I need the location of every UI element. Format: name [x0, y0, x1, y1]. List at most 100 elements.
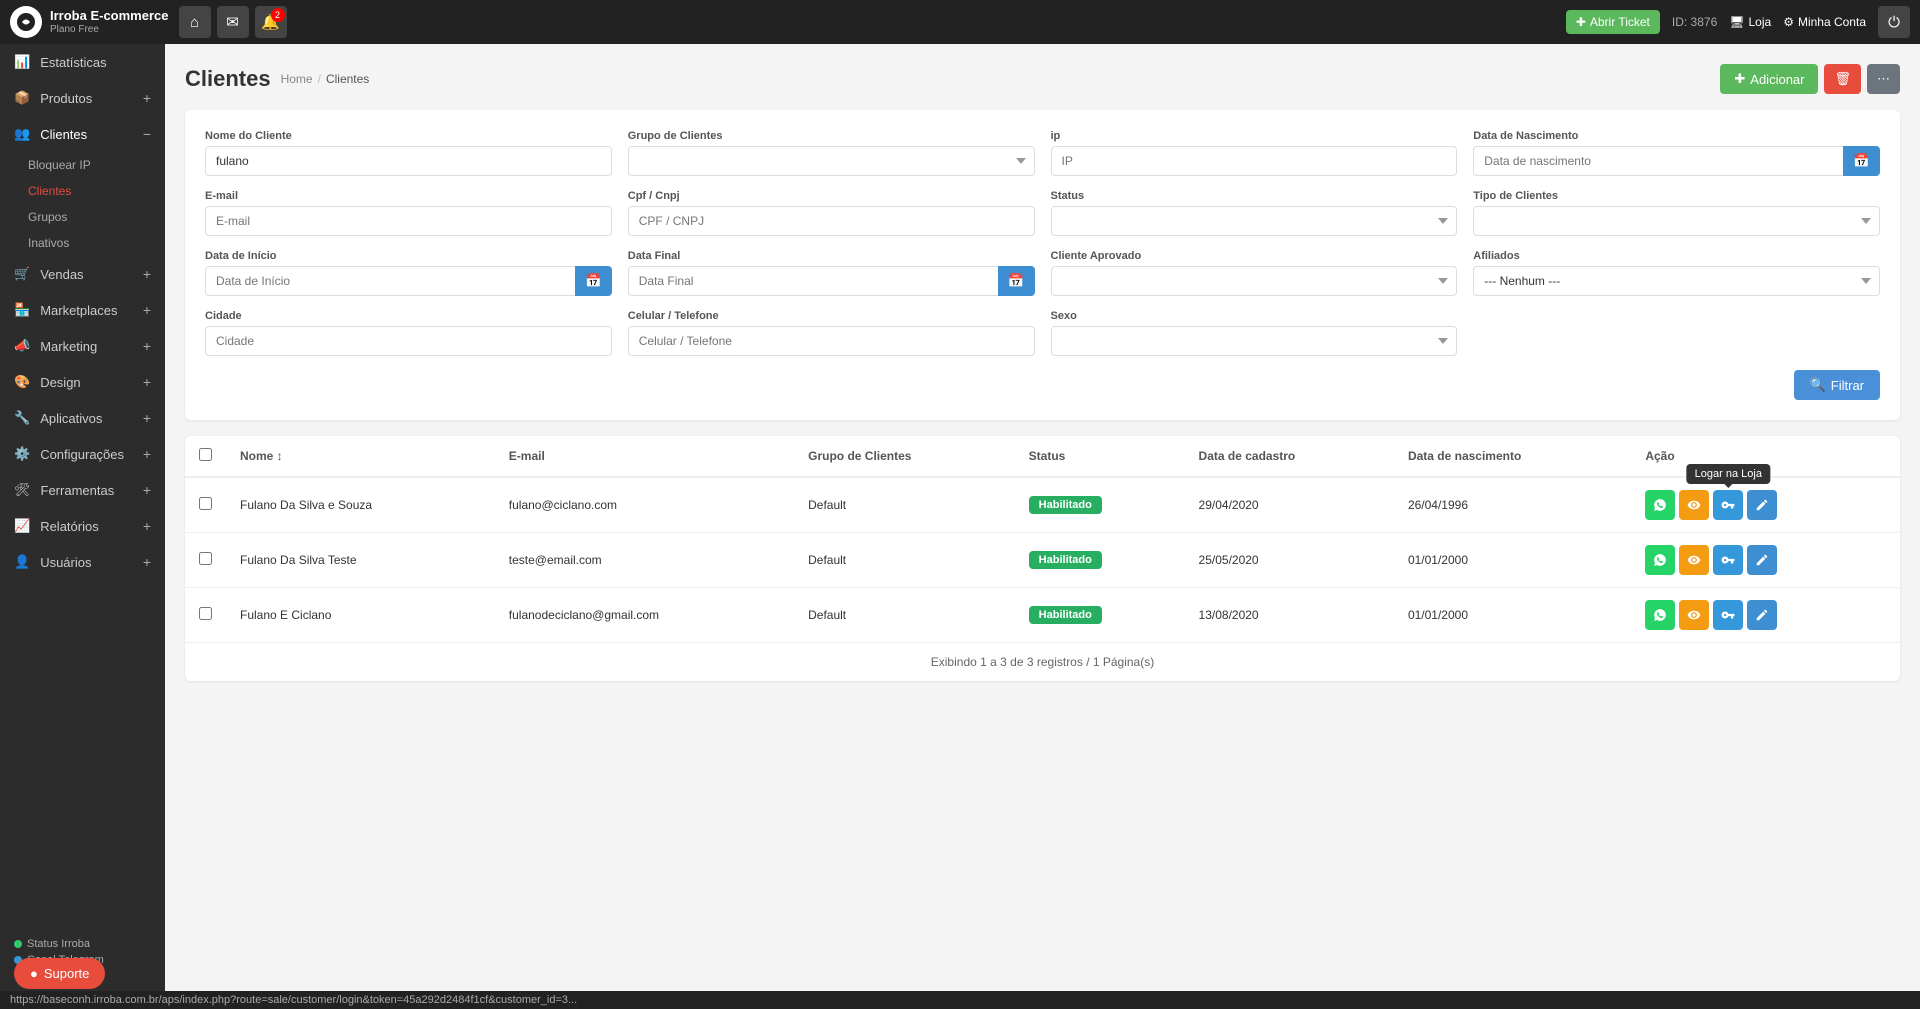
- suporte-label: Suporte: [44, 966, 90, 981]
- sidebar-item-design[interactable]: 🎨Design +: [0, 364, 165, 400]
- status-badge-2: Habilitado: [1029, 606, 1102, 624]
- input-email[interactable]: [205, 206, 612, 236]
- logar-na-loja-wrap-0: Logar na Loja: [1713, 490, 1743, 520]
- key-btn-2[interactable]: [1713, 600, 1743, 630]
- cell-acao-0: Logar na Loja: [1631, 477, 1900, 533]
- sidebar-item-marketing[interactable]: 📣Marketing +: [0, 328, 165, 364]
- select-all-checkbox[interactable]: [199, 448, 212, 461]
- cell-grupo-2: Default: [794, 588, 1015, 643]
- filter-cpf: Cpf / Cnpj: [628, 190, 1035, 236]
- cell-nome-0: Fulano Da Silva e Souza: [226, 477, 495, 533]
- select-afiliados[interactable]: --- Nenhum ---: [1473, 266, 1880, 296]
- row-checkbox-0[interactable]: [199, 497, 212, 510]
- sidebar-item-usuarios[interactable]: 👤Usuários +: [0, 544, 165, 580]
- cell-datacadastro-1: 25/05/2020: [1185, 533, 1394, 588]
- action-btns-2: [1645, 600, 1886, 630]
- input-nome-cliente[interactable]: [205, 146, 612, 176]
- select-sexo[interactable]: [1051, 326, 1458, 356]
- account-link[interactable]: ⚙ Minha Conta: [1783, 15, 1866, 29]
- sidebar-sub-clientes[interactable]: Clientes: [28, 178, 165, 204]
- cell-nome-2: Fulano E Ciclano: [226, 588, 495, 643]
- input-data-final[interactable]: [628, 266, 1035, 296]
- sidebar-item-vendas[interactable]: 🛒Vendas +: [0, 256, 165, 292]
- add-button[interactable]: ✚ Adicionar: [1720, 64, 1818, 94]
- calendar-inicio-btn[interactable]: 📅: [575, 266, 612, 296]
- delete-button[interactable]: 🗑: [1824, 64, 1861, 94]
- cell-datanascimento-0: 26/04/1996: [1394, 477, 1631, 533]
- more-button[interactable]: ⋯: [1867, 64, 1900, 94]
- sidebar-item-aplicativos[interactable]: 🔧Aplicativos +: [0, 400, 165, 436]
- search-icon: 🔍: [1810, 377, 1826, 393]
- clientes-minus-icon: −: [143, 126, 151, 142]
- label-data-nascimento: Data de Nascimento: [1473, 130, 1880, 142]
- relatorios-icon: 📈: [14, 518, 30, 534]
- eye-btn-1[interactable]: [1679, 545, 1709, 575]
- key-btn-1[interactable]: [1713, 545, 1743, 575]
- sidebar-sub-bloquear-ip[interactable]: Bloquear IP: [28, 152, 165, 178]
- cell-nome-1: Fulano Da Silva Teste: [226, 533, 495, 588]
- select-tipo-clientes[interactable]: [1473, 206, 1880, 236]
- bell-nav-btn[interactable]: 🔔 2: [255, 6, 287, 38]
- col-status: Status: [1015, 436, 1185, 477]
- sidebar-item-clientes[interactable]: 👥Clientes −: [0, 116, 165, 152]
- label-sexo: Sexo: [1051, 310, 1458, 322]
- power-btn[interactable]: ⏻: [1878, 6, 1910, 38]
- add-icon: ✚: [1734, 71, 1745, 87]
- col-grupo: Grupo de Clientes: [794, 436, 1015, 477]
- label-data-inicio: Data de Início: [205, 250, 612, 262]
- whatsapp-btn-1[interactable]: [1645, 545, 1675, 575]
- row-checkbox-1[interactable]: [199, 552, 212, 565]
- status-irroba-link[interactable]: Status Irroba: [14, 938, 151, 950]
- table-wrap: Nome ↕ E-mail Grupo de Clientes Status D…: [185, 436, 1900, 643]
- key-btn-0[interactable]: [1713, 490, 1743, 520]
- select-cliente-aprovado[interactable]: [1051, 266, 1458, 296]
- calendar-final-btn[interactable]: 📅: [998, 266, 1035, 296]
- edit-btn-1[interactable]: [1747, 545, 1777, 575]
- sidebar-item-produtos[interactable]: 📦Produtos +: [0, 80, 165, 116]
- row-checkbox-2[interactable]: [199, 607, 212, 620]
- input-celular[interactable]: [628, 326, 1035, 356]
- estatisticas-icon: 📊: [14, 54, 30, 70]
- breadcrumb-home[interactable]: Home: [281, 72, 313, 86]
- filter-button[interactable]: 🔍 Filtrar: [1794, 370, 1880, 400]
- nav-icons: ⌂ ✉ 🔔 2: [179, 6, 287, 38]
- suporte-button[interactable]: ● Suporte: [14, 958, 105, 989]
- eye-btn-0[interactable]: [1679, 490, 1709, 520]
- filter-status: Status: [1051, 190, 1458, 236]
- edit-btn-0[interactable]: [1747, 490, 1777, 520]
- whatsapp-btn-2[interactable]: [1645, 600, 1675, 630]
- input-data-nascimento[interactable]: [1473, 146, 1880, 176]
- marketplaces-icon: 🏪: [14, 302, 30, 318]
- input-cpf[interactable]: [628, 206, 1035, 236]
- sidebar-item-relatorios[interactable]: 📈Relatórios +: [0, 508, 165, 544]
- status-irroba-label: Status Irroba: [27, 938, 90, 950]
- eye-btn-2[interactable]: [1679, 600, 1709, 630]
- clientes-submenu: Bloquear IP Clientes Grupos Inativos: [0, 152, 165, 256]
- ticket-label: Abrir Ticket: [1590, 15, 1650, 29]
- filter-afiliados: Afiliados --- Nenhum ---: [1473, 250, 1880, 296]
- select-status[interactable]: [1051, 206, 1458, 236]
- filter-card: Nome do Cliente Grupo de Clientes ip Dat…: [185, 110, 1900, 420]
- input-ip[interactable]: [1051, 146, 1458, 176]
- calendar-nascimento-btn[interactable]: 📅: [1843, 146, 1880, 176]
- input-data-inicio[interactable]: [205, 266, 612, 296]
- sidebar-sub-inativos[interactable]: Inativos: [28, 230, 165, 256]
- store-link[interactable]: 🖥 Loja: [1729, 15, 1771, 29]
- cell-datanascimento-2: 01/01/2000: [1394, 588, 1631, 643]
- sidebar-item-configuracoes[interactable]: ⚙️Configurações +: [0, 436, 165, 472]
- sidebar-item-estatisticas[interactable]: 📊Estatísticas: [0, 44, 165, 80]
- mail-nav-btn[interactable]: ✉: [217, 6, 249, 38]
- sidebar: 📊Estatísticas 📦Produtos + 👥Clientes − Bl…: [0, 44, 165, 991]
- whatsapp-btn-0[interactable]: [1645, 490, 1675, 520]
- home-nav-btn[interactable]: ⌂: [179, 6, 211, 38]
- sidebar-item-ferramentas[interactable]: 🛠Ferramentas +: [0, 472, 165, 508]
- edit-btn-2[interactable]: [1747, 600, 1777, 630]
- sidebar-item-marketplaces[interactable]: 🏪Marketplaces +: [0, 292, 165, 328]
- sidebar-sub-grupos[interactable]: Grupos: [28, 204, 165, 230]
- ticket-btn[interactable]: ✚ Abrir Ticket: [1566, 10, 1660, 34]
- input-cidade[interactable]: [205, 326, 612, 356]
- breadcrumb-current: Clientes: [326, 72, 369, 86]
- select-grupo-clientes[interactable]: [628, 146, 1035, 176]
- usuarios-plus-icon: +: [143, 554, 151, 570]
- status-badge-0: Habilitado: [1029, 496, 1102, 514]
